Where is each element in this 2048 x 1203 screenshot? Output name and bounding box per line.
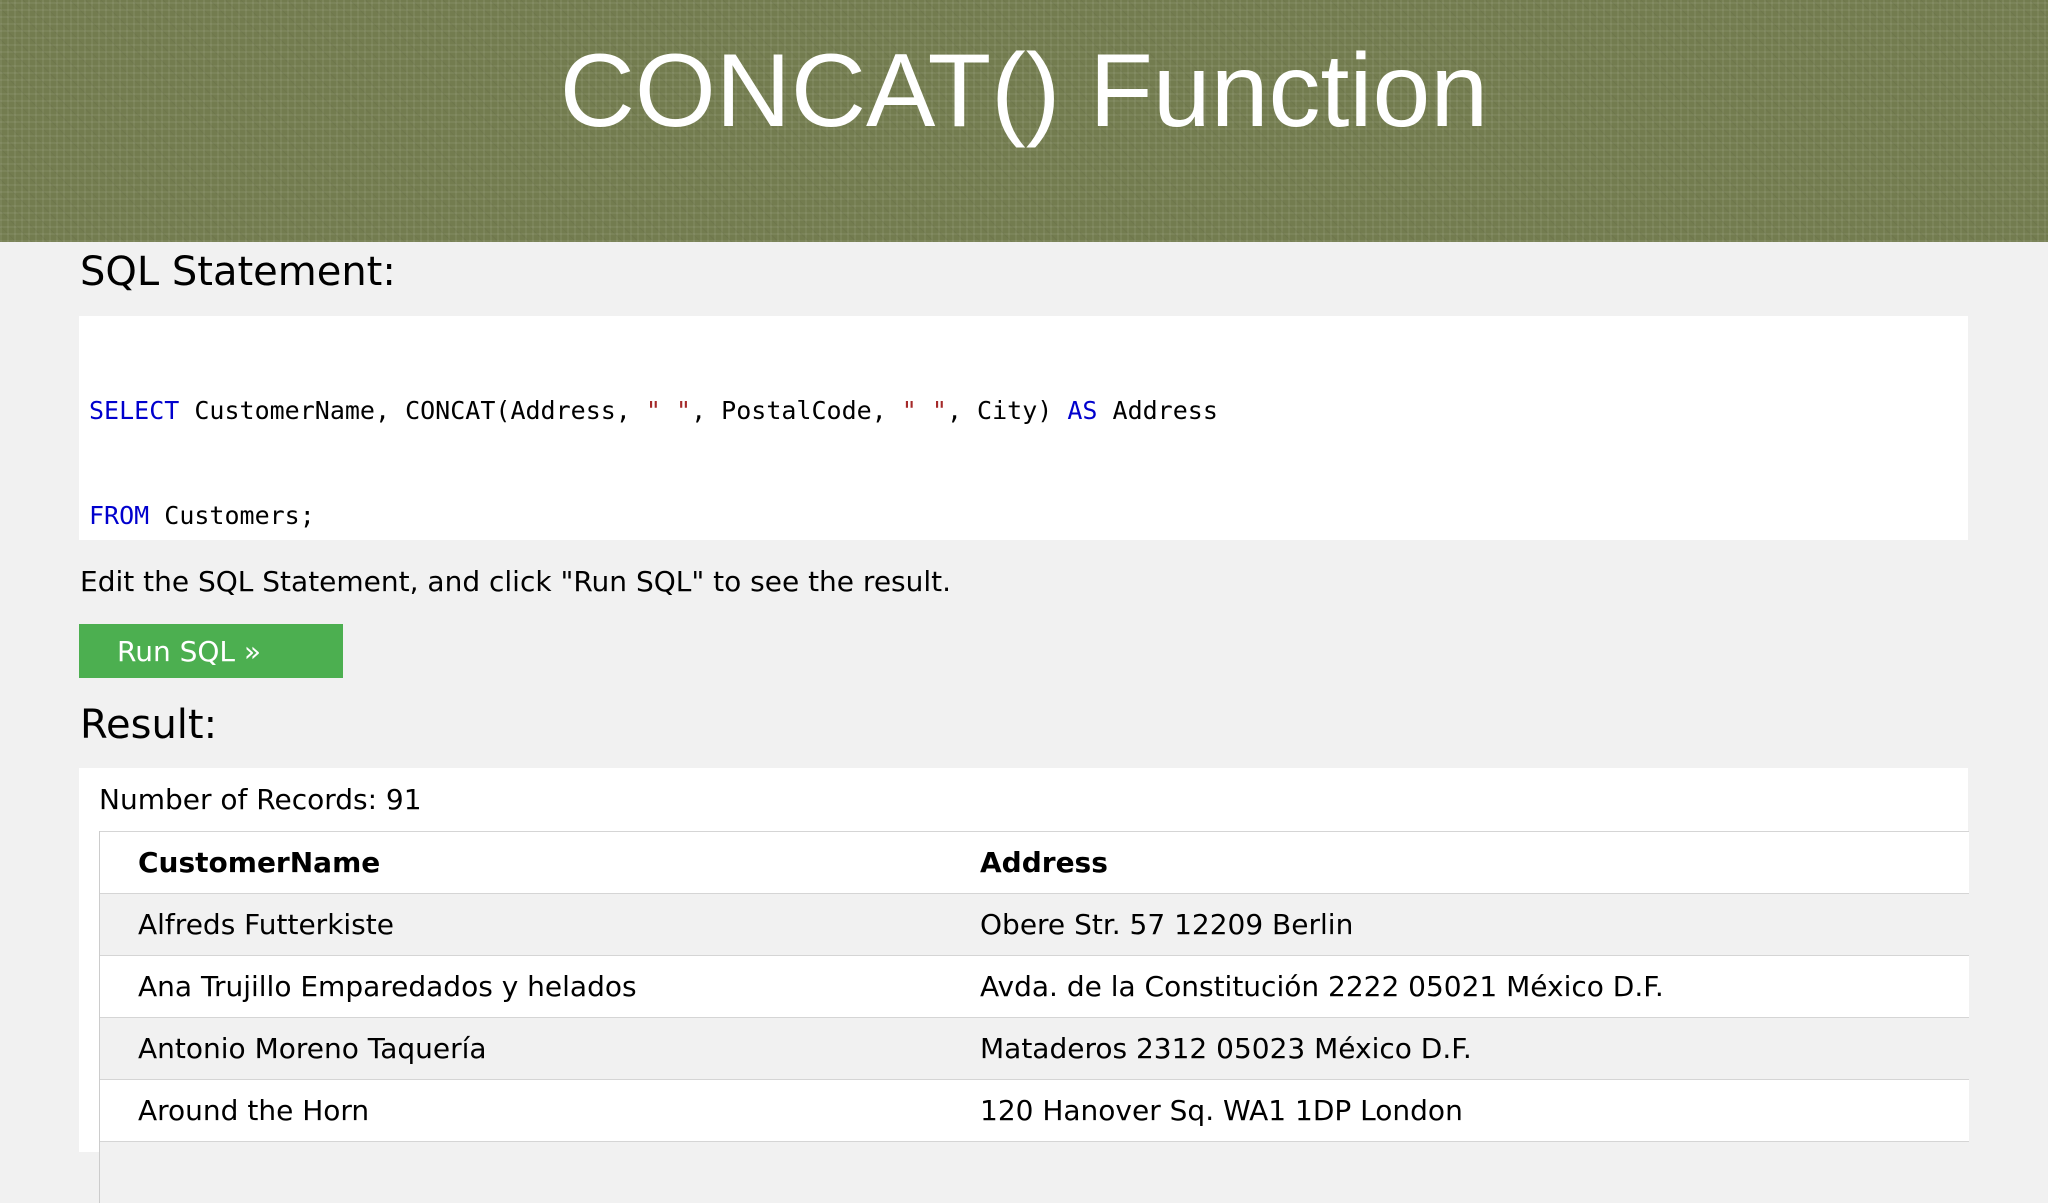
address-cell: Obere Str. 57 12209 Berlin (980, 908, 1354, 941)
customer-name-cell: Antonio Moreno Taquería (138, 1032, 487, 1065)
sql-line-2: FROM Customers; (89, 498, 1958, 533)
table-row-partial (100, 1141, 1969, 1203)
result-heading: Result: (80, 702, 218, 748)
page-title: CONCAT() Function (559, 33, 1489, 149)
result-panel: Number of Records: 91 CustomerName Addre… (79, 768, 1969, 1203)
sql-text: , PostalCode, (691, 396, 902, 425)
address-cell: 120 Hanover Sq. WA1 1DP London (980, 1094, 1463, 1127)
table-row: Antonio Moreno Taquería Mataderos 2312 0… (100, 1017, 1969, 1079)
sql-keyword-as: AS (1067, 396, 1098, 425)
sql-string-literal: " " (901, 396, 947, 425)
column-header-customername: CustomerName (138, 846, 381, 879)
sql-text: CustomerName, CONCAT(Address, (179, 396, 646, 425)
table-row: Ana Trujillo Emparedados y helados Avda.… (100, 955, 1969, 1017)
table-row: Alfreds Futterkiste Obere Str. 57 12209 … (100, 893, 1969, 955)
sql-statement-heading: SQL Statement: (80, 249, 396, 295)
column-header-address: Address (980, 846, 1108, 879)
run-sql-button[interactable]: Run SQL » (79, 624, 343, 678)
customer-name-cell: Around the Horn (138, 1094, 370, 1127)
sql-keyword-from: FROM (89, 501, 150, 530)
result-table: CustomerName Address Alfreds Futterkiste… (99, 831, 1969, 1203)
table-row: Around the Horn 120 Hanover Sq. WA1 1DP … (100, 1079, 1969, 1141)
customer-name-cell: Ana Trujillo Emparedados y helados (138, 970, 637, 1003)
sql-line-1: SELECT CustomerName, CONCAT(Address, " "… (89, 393, 1958, 428)
table-header-row: CustomerName Address (100, 831, 1969, 893)
record-count: Number of Records: 91 (99, 783, 422, 816)
address-cell: Mataderos 2312 05023 México D.F. (980, 1032, 1472, 1065)
customer-name-cell: Alfreds Futterkiste (138, 908, 394, 941)
address-cell: Avda. de la Constitución 2222 05021 Méxi… (980, 970, 1664, 1003)
sql-editor[interactable]: SELECT CustomerName, CONCAT(Address, " "… (79, 316, 1968, 540)
title-banner: CONCAT() Function (0, 0, 2048, 242)
instruction-text: Edit the SQL Statement, and click "Run S… (80, 565, 952, 598)
sql-text: Address (1097, 396, 1218, 425)
sql-text: Customers; (149, 501, 315, 530)
sql-text: , City) (946, 396, 1068, 425)
sql-string-literal: " " (645, 396, 692, 425)
sql-keyword-select: SELECT (89, 396, 180, 425)
